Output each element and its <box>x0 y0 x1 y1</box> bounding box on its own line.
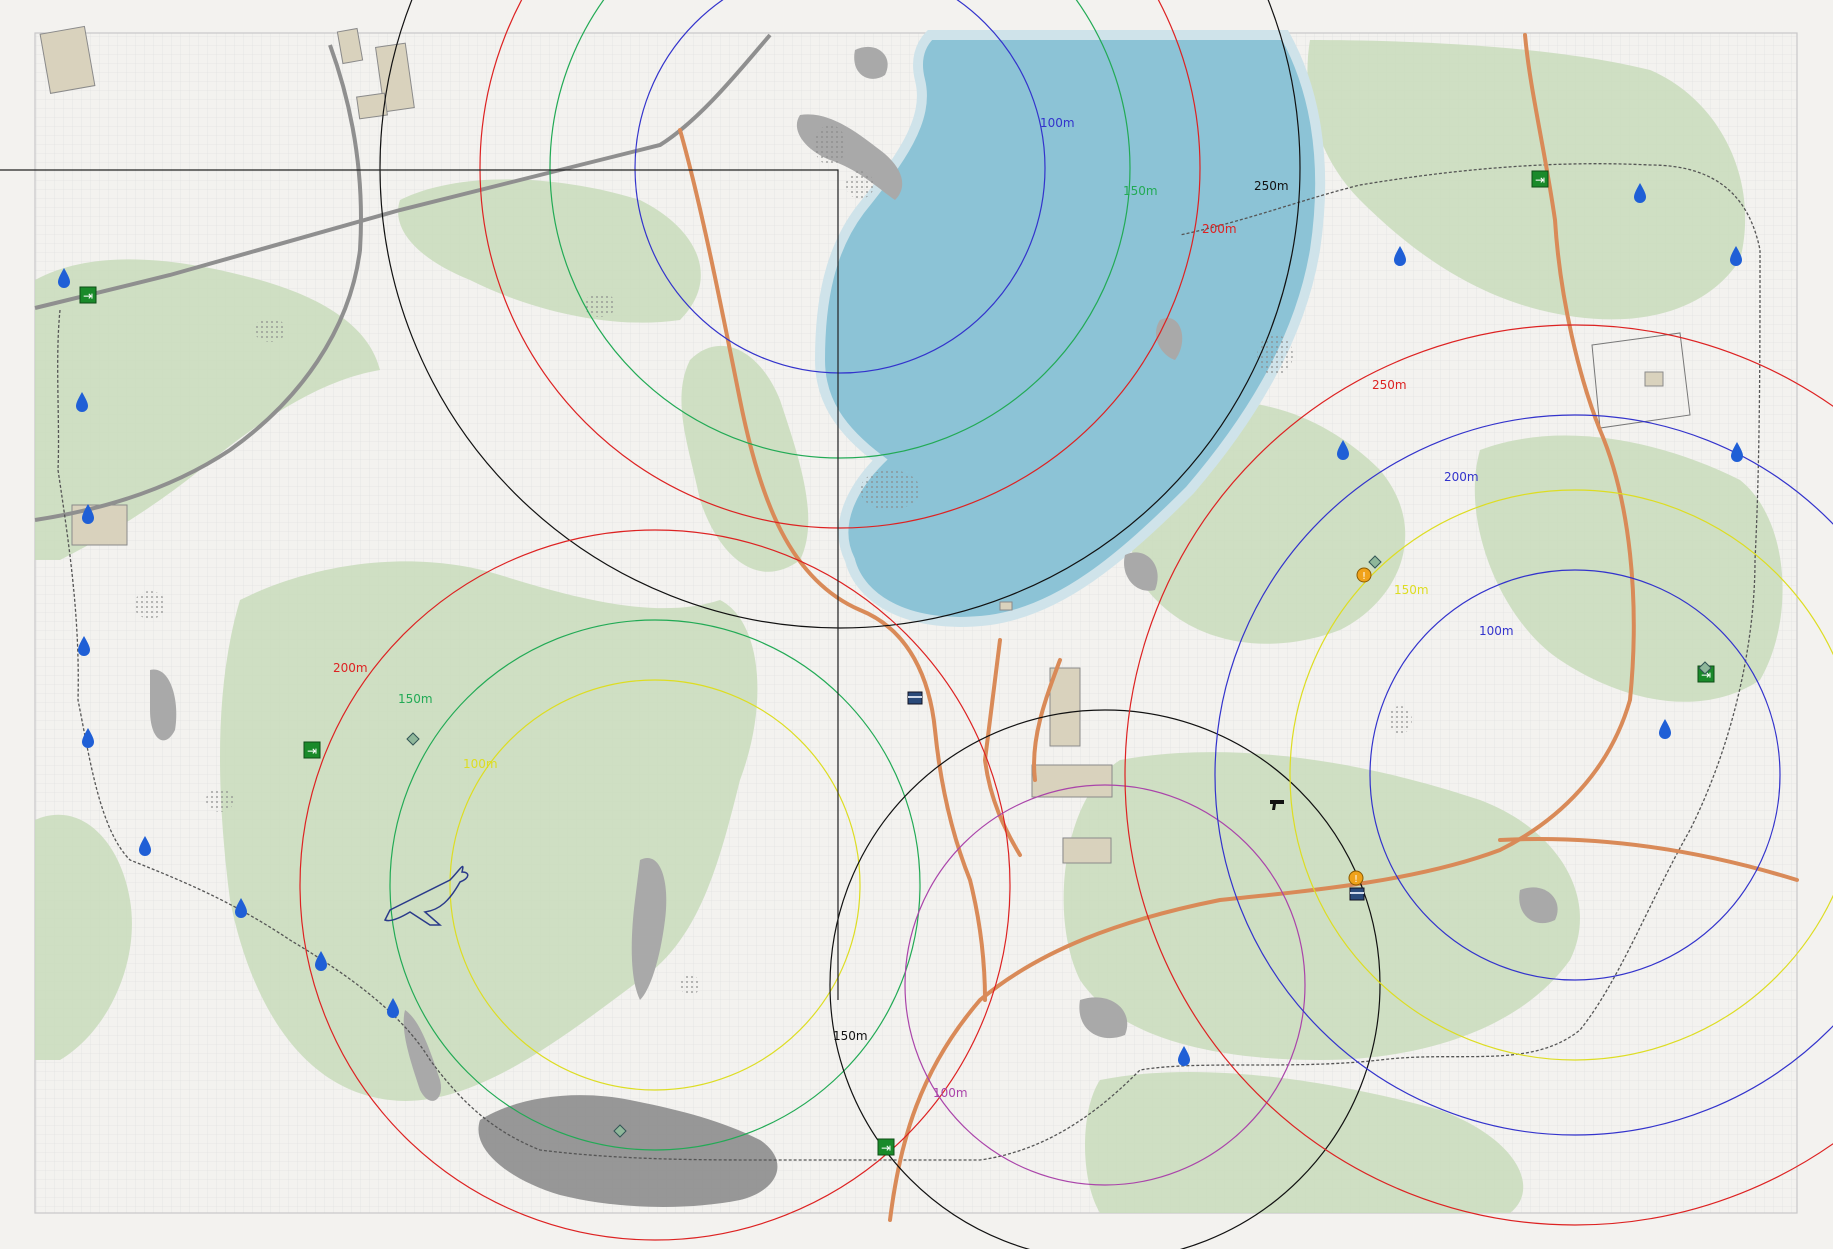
scrub-patch <box>680 975 700 995</box>
building <box>999 601 1013 611</box>
svg-text:!: ! <box>1362 571 1366 582</box>
scrub-patch <box>254 318 286 342</box>
range-ring-label: 200m <box>1202 222 1237 236</box>
stash-icon[interactable] <box>1349 887 1365 901</box>
scrub-patch <box>860 470 920 510</box>
building <box>1644 371 1664 387</box>
svg-text:⇥: ⇥ <box>881 1141 891 1155</box>
range-ring-label: 200m <box>333 661 368 675</box>
map-canvas: 100m 150m 200m 250m 200m 150m 100m 150m … <box>0 0 1833 1249</box>
scrub-patch <box>134 591 166 619</box>
range-ring-label: 100m <box>463 757 498 771</box>
range-ring-label: 150m <box>833 1029 868 1043</box>
svg-text:⇥: ⇥ <box>1535 173 1545 187</box>
scrub-patch <box>206 788 234 812</box>
tactical-map: 100m 150m 200m 250m 200m 150m 100m 150m … <box>0 0 1833 1249</box>
exit-icon[interactable]: ⇥ <box>79 286 97 304</box>
info-icon[interactable]: ! <box>1356 567 1372 583</box>
svg-text:!: ! <box>1354 874 1358 885</box>
stash-icon[interactable] <box>907 691 923 705</box>
scrub-patch <box>1257 335 1293 375</box>
building <box>1031 764 1113 798</box>
scrub-patch <box>814 125 846 165</box>
range-ring-label: 250m <box>1254 179 1289 193</box>
range-ring-label: 150m <box>398 692 433 706</box>
info-icon[interactable]: ! <box>1348 870 1364 886</box>
svg-text:⇥: ⇥ <box>83 289 93 303</box>
range-ring-label: 250m <box>1372 378 1407 392</box>
range-ring-label: 100m <box>933 1086 968 1100</box>
exit-icon[interactable]: ⇥ <box>877 1138 895 1156</box>
svg-text:⇥: ⇥ <box>307 744 317 758</box>
scrub-patch <box>1388 706 1412 734</box>
range-ring-label: 150m <box>1394 583 1429 597</box>
range-ring-label: 200m <box>1444 470 1479 484</box>
exit-icon[interactable]: ⇥ <box>1531 170 1549 188</box>
exit-icon[interactable]: ⇥ <box>303 741 321 759</box>
range-ring-label: 100m <box>1040 116 1075 130</box>
building <box>1062 837 1112 864</box>
building <box>39 25 96 94</box>
range-ring-label: 150m <box>1123 184 1158 198</box>
scrub-patch <box>846 171 874 199</box>
range-ring-label: 100m <box>1479 624 1514 638</box>
